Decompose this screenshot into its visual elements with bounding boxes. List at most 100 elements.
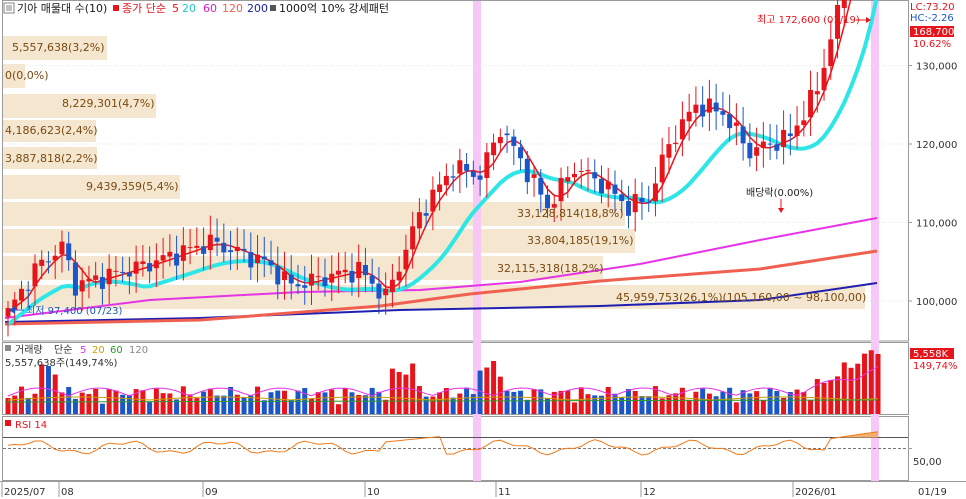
volume-bar	[25, 397, 31, 414]
candle-body	[787, 133, 793, 137]
candle-body	[706, 98, 712, 113]
candle-body	[504, 133, 510, 136]
candle-body	[578, 171, 584, 173]
volume-profile-label: 0(0,0%)	[5, 69, 49, 82]
volume-bar	[12, 395, 18, 414]
volume-bar	[315, 392, 321, 414]
volume-ma-20: 20	[92, 345, 105, 356]
volume-bar	[349, 392, 355, 414]
price-tick-label: 110,000	[916, 219, 957, 230]
candle-body	[133, 261, 139, 274]
volume-bar	[308, 398, 314, 414]
candle-body	[720, 111, 726, 115]
volume-profile-label: 9,439,359(5,4%)	[86, 180, 179, 193]
candle-body	[167, 251, 173, 257]
volume-bar	[497, 376, 503, 414]
volume-bar	[295, 390, 301, 414]
volume-bar	[673, 393, 679, 414]
grid	[3, 65, 908, 302]
candle-body	[221, 242, 227, 253]
volume-bar	[754, 391, 760, 414]
candle-body	[32, 263, 38, 287]
volume-bar	[335, 404, 341, 414]
stock-chart[interactable]: 5,557,638(3,2%) 0(0,0%) 8,229,301(4,7%) 4,1…	[0, 0, 966, 499]
candle-body	[288, 274, 294, 284]
volume-bar	[484, 367, 490, 414]
candle-body	[45, 261, 51, 263]
volume-bar	[120, 394, 126, 414]
x-tick-label: 01/19	[918, 487, 947, 498]
candle-body	[52, 255, 58, 261]
volume-bar	[167, 393, 173, 414]
candle-body	[383, 288, 389, 296]
candle-body	[126, 272, 132, 277]
low-price-label: 최저 97,400 (07/23)	[26, 305, 122, 317]
volume-bar	[787, 392, 793, 414]
volume-profile-label: 33,804,185(19,1%)	[527, 234, 634, 247]
volume-bar	[747, 393, 753, 414]
chart-canvas[interactable]: 5,557,638(3,2%) 0(0,0%) 8,229,301(4,7%) 4,1…	[0, 0, 966, 499]
rsi-axis-label: 50,00	[913, 457, 942, 468]
candle-body	[79, 280, 85, 292]
candle-body	[153, 260, 159, 269]
candle-body	[113, 270, 119, 272]
candle-body	[437, 184, 443, 193]
current-price-badge-text: 168,700	[913, 27, 954, 38]
candle-body	[248, 251, 254, 268]
candle-body	[18, 288, 24, 301]
candle-body	[794, 125, 800, 137]
candle-body	[322, 277, 328, 287]
candle-body	[25, 289, 31, 291]
volume-profile-label: 5,557,638(3,2%)	[12, 41, 105, 54]
volume-bar	[868, 350, 874, 414]
candle-body	[760, 141, 766, 149]
candle-body	[572, 173, 578, 178]
candle-body	[261, 256, 267, 260]
volume-bar	[504, 391, 510, 414]
candle-body	[477, 175, 483, 180]
volume-bar	[835, 376, 841, 414]
profile-legend-label: 1000억 10% 강세패턴	[279, 2, 389, 15]
volume-ma-60: 60	[110, 345, 123, 356]
candle-body	[781, 129, 787, 148]
candle-body	[531, 174, 537, 178]
candle-body	[612, 184, 618, 194]
volume-bar	[113, 390, 119, 414]
volume-bar	[572, 402, 578, 414]
candle-body	[410, 226, 416, 250]
volume-bar	[201, 391, 207, 414]
candle-body	[814, 91, 820, 95]
ma-legend-5: 5	[172, 2, 179, 15]
candle-body	[174, 253, 180, 266]
volume-bar	[646, 396, 652, 414]
candle-body	[538, 177, 544, 195]
candle-body	[801, 120, 807, 126]
volume-bar	[32, 393, 38, 414]
candle-body	[308, 273, 314, 286]
candle-body	[841, 0, 847, 8]
price-legend-swatch	[113, 5, 119, 11]
volume-profile-label: 33,128,814(18,8%)	[517, 207, 624, 220]
x-tick-label: 2025/07	[4, 487, 46, 498]
candle-body	[140, 261, 146, 265]
rsi-title: RSI 14	[15, 420, 47, 431]
candle-body	[147, 263, 153, 272]
candle-body	[666, 144, 672, 158]
candle-body	[362, 264, 368, 276]
candle-body	[335, 270, 341, 275]
volume-bar	[5, 398, 11, 414]
high-price-label: 최고 172,600 (01/19)	[757, 14, 860, 26]
candle-body	[774, 144, 780, 151]
volume-badge-text: 5,558K	[913, 349, 949, 360]
candle-body	[255, 254, 261, 264]
volume-bar	[531, 389, 537, 414]
x-axis: 2025/07 08 09 10 11 12 2026/01 01/19	[1, 482, 947, 498]
volume-bar	[686, 399, 692, 414]
volume-bar	[383, 399, 389, 414]
volume-header: 거래량 단순 5 20 60 120 5,557,638주(149,74%)	[5, 344, 148, 369]
candle-body	[430, 189, 436, 212]
candle-body	[403, 249, 409, 270]
volume-bar	[585, 394, 591, 414]
price-tick-label: 130,000	[916, 62, 957, 73]
price-tick-label: 100,000	[916, 297, 957, 308]
